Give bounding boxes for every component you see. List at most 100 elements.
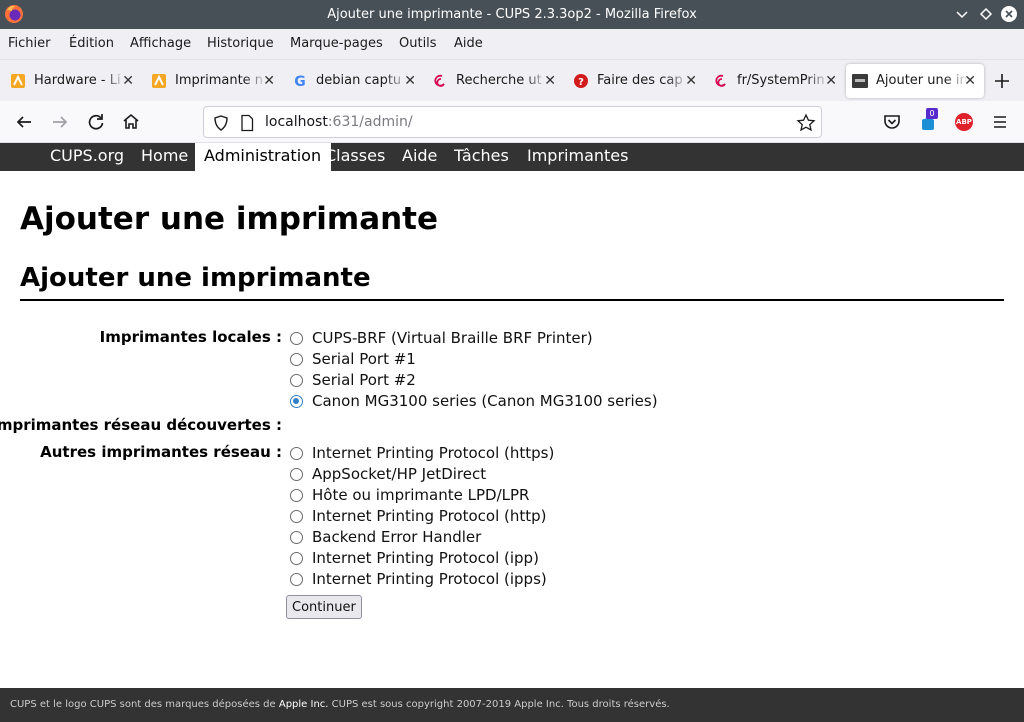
menu-fichier[interactable]: Fichier bbox=[8, 29, 51, 59]
tab-close-icon[interactable]: ✕ bbox=[263, 64, 275, 98]
google-icon: G bbox=[294, 74, 306, 89]
nav-aide[interactable]: Aide bbox=[402, 143, 437, 171]
extension-badge-button[interactable]: 0 bbox=[916, 108, 944, 136]
tab-label: Ajouter une in bbox=[876, 73, 968, 88]
nav-imprimantes[interactable]: Imprimantes bbox=[527, 143, 628, 171]
tab-imprimante[interactable]: Imprimante n ✕ bbox=[145, 64, 283, 98]
menu-historique[interactable]: Historique bbox=[207, 29, 274, 59]
printer-option-label[interactable]: Internet Printing Protocol (https) bbox=[312, 443, 554, 463]
printer-option-label[interactable]: Internet Printing Protocol (ipp) bbox=[312, 548, 539, 568]
url-text[interactable]: localhost:631/admin/ bbox=[265, 107, 413, 137]
tab-faire-des-captures[interactable]: ? Faire des cap ✕ bbox=[567, 64, 705, 98]
maximize-icon[interactable] bbox=[975, 3, 997, 25]
minimize-icon[interactable] bbox=[951, 3, 973, 25]
printer-option-label[interactable]: CUPS-BRF (Virtual Braille BRF Printer) bbox=[312, 328, 593, 348]
tab-systemprinting[interactable]: fr/SystemPrin ✕ bbox=[707, 64, 845, 98]
nav-home[interactable]: Home bbox=[141, 143, 188, 171]
menu-edition[interactable]: Édition bbox=[69, 29, 114, 59]
url-bar[interactable]: localhost:631/admin/ bbox=[203, 106, 822, 138]
tab-hardware[interactable]: Hardware - Li ✕ bbox=[4, 64, 142, 98]
radio-button[interactable] bbox=[290, 531, 303, 544]
quora-icon: ? bbox=[574, 74, 588, 88]
radio-button[interactable] bbox=[290, 332, 303, 345]
tab-close-icon[interactable]: ✕ bbox=[404, 64, 416, 98]
continue-button[interactable]: Continuer bbox=[286, 595, 362, 619]
menu-outils[interactable]: Outils bbox=[399, 29, 437, 59]
discovered-printers-label: Imprimantes réseau découvertes : bbox=[0, 416, 282, 434]
page-title: Ajouter une imprimante bbox=[20, 201, 439, 237]
page-footer: CUPS et le logo CUPS sont des marques dé… bbox=[0, 688, 1024, 722]
page-icon[interactable] bbox=[239, 114, 255, 132]
back-arrow-icon[interactable] bbox=[12, 110, 36, 134]
reload-icon[interactable] bbox=[84, 110, 108, 134]
svg-text:?: ? bbox=[578, 77, 584, 88]
navigation-toolbar: localhost:631/admin/ 0 ABP bbox=[0, 101, 1024, 143]
nav-cups-org[interactable]: CUPS.org bbox=[50, 143, 124, 171]
close-window-icon[interactable] bbox=[998, 3, 1020, 25]
adblock-plus-icon[interactable]: ABP bbox=[955, 113, 973, 131]
shield-icon[interactable] bbox=[212, 114, 230, 132]
footer-company: Apple Inc. bbox=[278, 699, 329, 710]
radio-button[interactable] bbox=[290, 573, 303, 586]
ubuntu-forum-icon bbox=[152, 74, 166, 88]
tab-label: fr/SystemPrin bbox=[737, 73, 825, 88]
tab-close-icon[interactable]: ✕ bbox=[685, 64, 697, 98]
menu-bar: Fichier Édition Affichage Historique Mar… bbox=[0, 29, 1024, 60]
nav-classes[interactable]: Classes bbox=[325, 143, 385, 171]
printer-option-label[interactable]: AppSocket/HP JetDirect bbox=[312, 464, 486, 484]
home-icon[interactable] bbox=[119, 110, 143, 134]
nav-administration[interactable]: Administration bbox=[195, 143, 332, 171]
bookmark-star-icon[interactable] bbox=[796, 113, 816, 133]
section-title: Ajouter une imprimante bbox=[20, 263, 371, 293]
tab-recherche[interactable]: Recherche ut ✕ bbox=[426, 64, 564, 98]
cups-navigation-bar: CUPS.org Home Administration Classes Aid… bbox=[0, 143, 1024, 171]
svg-text:G: G bbox=[294, 74, 306, 89]
radio-button[interactable] bbox=[290, 447, 303, 460]
extension-badge-count: 0 bbox=[926, 108, 938, 119]
other-printers-label: Autres imprimantes réseau : bbox=[40, 443, 282, 461]
radio-button[interactable] bbox=[290, 353, 303, 366]
pocket-icon[interactable] bbox=[880, 110, 904, 134]
footer-copyright: CUPS est sous copyright 2007-2019 Apple … bbox=[328, 699, 670, 710]
menu-marque-pages[interactable]: Marque-pages bbox=[290, 29, 383, 59]
radio-button-checked[interactable] bbox=[290, 395, 303, 408]
footer-text: CUPS et le logo CUPS sont des marques dé… bbox=[10, 699, 279, 710]
tab-bar: Hardware - Li ✕ Imprimante n ✕ G debian … bbox=[0, 60, 1024, 101]
tab-close-icon[interactable]: ✕ bbox=[825, 64, 837, 98]
hamburger-menu-icon[interactable] bbox=[988, 110, 1012, 134]
tab-ajouter-imprimante[interactable]: Ajouter une in ✕ bbox=[846, 64, 984, 98]
tab-close-icon[interactable]: ✕ bbox=[964, 64, 976, 98]
new-tab-icon[interactable] bbox=[990, 69, 1014, 93]
tab-debian-capture[interactable]: G debian captu ✕ bbox=[286, 64, 424, 98]
printer-option-label[interactable]: Serial Port #1 bbox=[312, 349, 416, 369]
tab-close-icon[interactable]: ✕ bbox=[544, 64, 556, 98]
debian-icon bbox=[715, 74, 726, 87]
radio-button[interactable] bbox=[290, 552, 303, 565]
printer-option-label[interactable]: Canon MG3100 series (Canon MG3100 series… bbox=[312, 391, 658, 411]
radio-button[interactable] bbox=[290, 468, 303, 481]
section-divider bbox=[20, 299, 1004, 301]
tab-label: Recherche ut bbox=[456, 73, 542, 88]
local-printers-label: Imprimantes locales : bbox=[99, 328, 282, 346]
tab-label: Faire des cap bbox=[597, 73, 683, 88]
radio-button[interactable] bbox=[290, 374, 303, 387]
printer-option-label[interactable]: Internet Printing Protocol (http) bbox=[312, 506, 547, 526]
printer-option-label[interactable]: Hôte ou imprimante LPD/LPR bbox=[312, 485, 529, 505]
tab-label: Hardware - Li bbox=[34, 73, 121, 88]
printer-option-label[interactable]: Serial Port #2 bbox=[312, 370, 416, 390]
tab-label: debian captu bbox=[316, 73, 402, 88]
tab-label: Imprimante n bbox=[175, 73, 264, 88]
printer-option-label[interactable]: Internet Printing Protocol (ipps) bbox=[312, 569, 547, 589]
debian-icon bbox=[434, 74, 445, 87]
forward-arrow-icon[interactable] bbox=[48, 110, 72, 134]
radio-button[interactable] bbox=[290, 510, 303, 523]
printer-option-label[interactable]: Backend Error Handler bbox=[312, 527, 481, 547]
window-title: Ajouter une imprimante - CUPS 2.3.3op2 -… bbox=[327, 7, 697, 22]
ubuntu-forum-icon bbox=[11, 74, 25, 88]
window-titlebar: Ajouter une imprimante - CUPS 2.3.3op2 -… bbox=[0, 0, 1024, 29]
nav-taches[interactable]: Tâches bbox=[454, 143, 509, 171]
tab-close-icon[interactable]: ✕ bbox=[122, 64, 134, 98]
menu-affichage[interactable]: Affichage bbox=[130, 29, 191, 59]
radio-button[interactable] bbox=[290, 489, 303, 502]
menu-aide[interactable]: Aide bbox=[454, 29, 483, 59]
